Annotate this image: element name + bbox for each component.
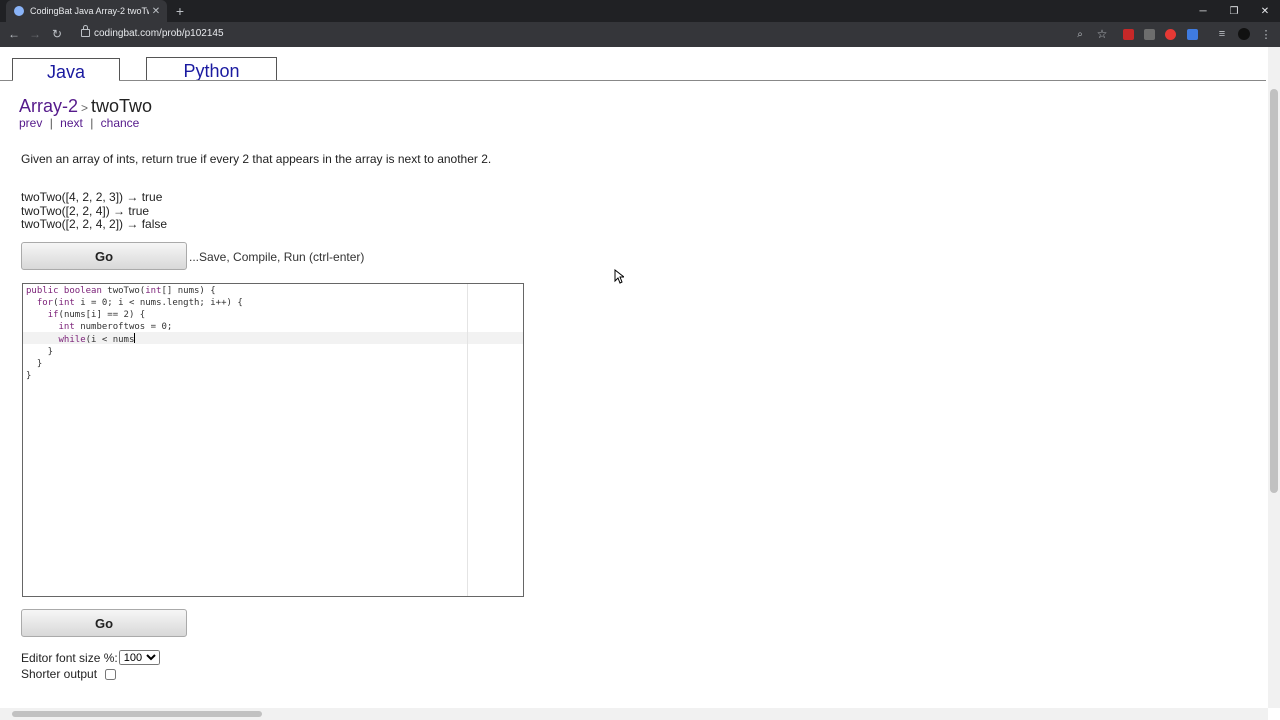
code-keyword: public boolean: [26, 286, 102, 296]
go-button-top[interactable]: Go: [21, 242, 187, 270]
code-line: public boolean twoTwo(int[] nums) {: [26, 286, 216, 296]
bookmark-star-icon[interactable]: ☆: [1094, 26, 1110, 42]
browser-titlebar: CodingBat Java Array-2 twoTwo ✕ + ─ ❐ ✕: [0, 0, 1280, 22]
example-item: twoTwo([2, 2, 4, 2]) → false: [21, 217, 168, 231]
code-line: }: [26, 371, 32, 381]
problem-title: twoTwo: [91, 96, 153, 116]
code-keyword: for: [36, 298, 54, 308]
active-tab-gap: [13, 80, 119, 81]
extension-icon[interactable]: [1144, 29, 1155, 40]
browser-toolbar: ← → ↻ codingbat.com/prob/p102145 ⌕ ☆ ≡ ⋮: [0, 22, 1280, 47]
back-icon[interactable]: ←: [6, 26, 22, 42]
code-line: }: [26, 347, 54, 357]
font-size-select[interactable]: 100: [118, 650, 160, 665]
tab-divider-line: [0, 80, 1266, 81]
go-button-bottom[interactable]: Go: [21, 609, 187, 637]
browser-tab[interactable]: CodingBat Java Array-2 twoTwo ✕: [6, 0, 167, 22]
restore-icon[interactable]: ❐: [1218, 0, 1250, 22]
print-margin: [467, 284, 468, 596]
breadcrumb: Array-2 > twoTwo: [19, 96, 152, 117]
code-keyword: if: [47, 310, 59, 320]
shorter-output-label: Shorter output: [21, 667, 98, 681]
breadcrumb-separator: >: [81, 101, 89, 115]
code-line: if(nums[i] == 2) {: [47, 310, 146, 320]
extension-record-icon[interactable]: [1165, 29, 1176, 40]
nav-divider: |: [49, 116, 53, 130]
minimize-icon[interactable]: ─: [1187, 0, 1219, 22]
shorter-output-checkbox[interactable]: [105, 668, 117, 680]
prev-link[interactable]: prev: [19, 116, 42, 130]
translate-extension-icon[interactable]: [1187, 29, 1198, 40]
vertical-scrollbar[interactable]: [1268, 47, 1280, 708]
adblock-extension-icon[interactable]: [1123, 29, 1134, 40]
lock-icon[interactable]: [81, 25, 90, 37]
code-keyword: while: [58, 335, 86, 345]
code-keyword: int: [145, 286, 162, 296]
tab-python[interactable]: Python: [146, 57, 277, 81]
close-tab-icon[interactable]: ✕: [149, 6, 163, 17]
zoom-icon[interactable]: ⌕: [1072, 26, 1088, 42]
code-editor[interactable]: public boolean twoTwo(int[] nums) { for(…: [22, 283, 524, 597]
nav-divider: |: [90, 116, 94, 130]
next-link[interactable]: next: [60, 116, 83, 130]
code-line: for(int i = 0; i < nums.length; i++) {: [36, 298, 243, 308]
address-bar[interactable]: codingbat.com/prob/p102145: [94, 27, 224, 41]
code-keyword: int: [58, 298, 75, 308]
profile-avatar-icon[interactable]: [1238, 28, 1250, 40]
problem-nav: prev | next | chance: [19, 116, 139, 130]
text-cursor: [134, 333, 136, 343]
examples-list: twoTwo([4, 2, 2, 3]) → true twoTwo([2, 2…: [21, 190, 168, 232]
example-item: twoTwo([2, 2, 4]) → true: [21, 203, 150, 218]
code-text[interactable]: public boolean twoTwo(int[] nums) { for(…: [26, 285, 243, 382]
new-tab-icon[interactable]: +: [172, 3, 188, 19]
problem-description: Given an array of ints, return true if e…: [21, 152, 492, 166]
browser-menu-icon[interactable]: ⋮: [1258, 26, 1274, 42]
close-window-icon[interactable]: ✕: [1249, 0, 1280, 22]
codingbat-favicon-icon: [14, 6, 24, 16]
forward-icon[interactable]: →: [27, 26, 43, 42]
editor-font-size-control: Editor font size %: 100: [21, 650, 160, 665]
vertical-scroll-thumb[interactable]: [1270, 89, 1278, 493]
shorter-output-control: Shorter output: [21, 667, 117, 681]
mouse-cursor-icon: [614, 269, 624, 284]
code-line: while(i < nums: [58, 333, 136, 345]
example-item: twoTwo([4, 2, 2, 3]) → true: [21, 190, 163, 204]
font-size-label: Editor font size %:: [21, 650, 118, 665]
code-keyword: int: [58, 322, 75, 332]
chance-link[interactable]: chance: [101, 116, 140, 130]
code-line: }: [26, 359, 43, 369]
tab-java[interactable]: Java: [12, 58, 120, 82]
breadcrumb-section-link[interactable]: Array-2: [19, 96, 78, 116]
browser-tab-title: CodingBat Java Array-2 twoTwo: [30, 6, 149, 16]
reload-icon[interactable]: ↻: [49, 26, 65, 42]
code-line: int numberoftwos = 0;: [58, 322, 173, 332]
go-hint: ...Save, Compile, Run (ctrl-enter): [189, 250, 365, 264]
horizontal-scrollbar[interactable]: [0, 708, 1268, 720]
reading-list-icon[interactable]: ≡: [1214, 26, 1230, 42]
horizontal-scroll-thumb[interactable]: [12, 711, 262, 717]
